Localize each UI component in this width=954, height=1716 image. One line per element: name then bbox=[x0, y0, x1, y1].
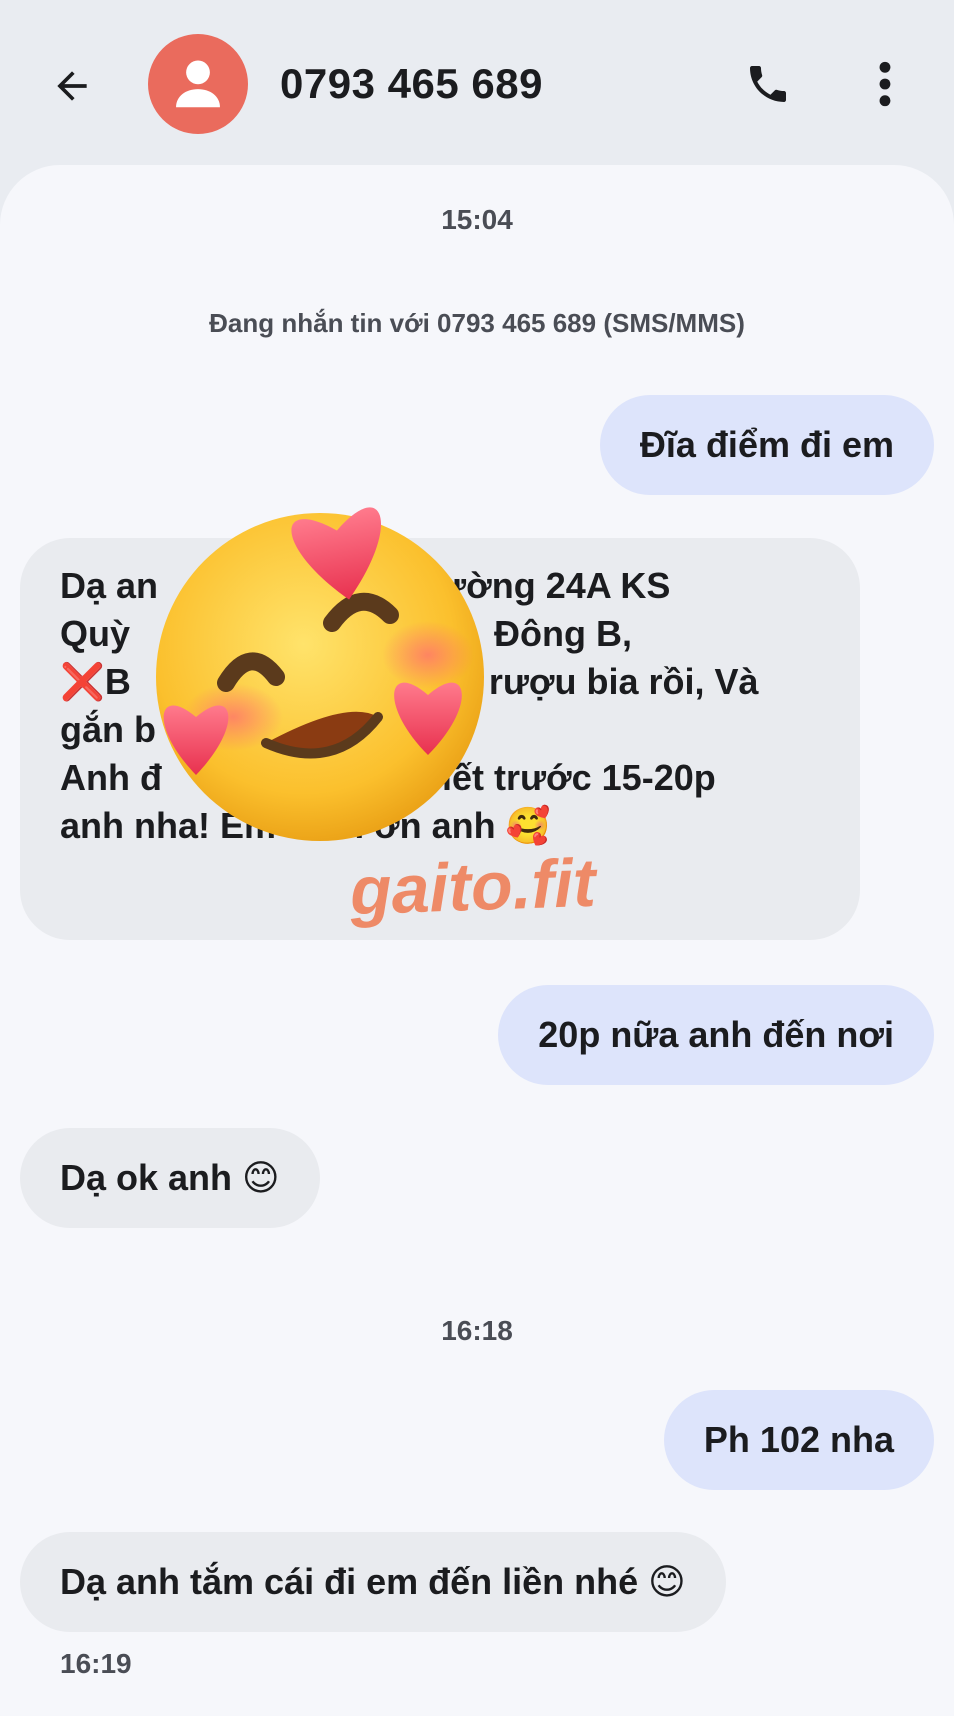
outgoing-message[interactable]: Ph 102 nha bbox=[663, 1390, 934, 1490]
incoming-message[interactable]: Dạ ok anh 😊 bbox=[20, 1128, 320, 1228]
message-timestamp: 16:19 bbox=[60, 1648, 132, 1679]
message-text: Dạ anh tắm cái đi em đến liền nhé 😊 bbox=[60, 1561, 686, 1602]
outgoing-message[interactable]: 20p nữa anh đến nơi bbox=[498, 985, 934, 1085]
conversation-info: Đang nhắn tin với 0793 465 689 (SMS/MMS) bbox=[209, 308, 745, 338]
message-text: Ph 102 nha bbox=[703, 1419, 894, 1460]
incoming-message[interactable]: Dạ anh tắm cái đi em đến liền nhé 😊 bbox=[20, 1532, 726, 1632]
back-button[interactable] bbox=[44, 58, 100, 114]
contact-name[interactable]: 0793 465 689 bbox=[280, 58, 543, 110]
avatar[interactable] bbox=[148, 34, 248, 134]
smiling-face-with-hearts-icon bbox=[156, 507, 484, 841]
message-text: Dạ ok anh 😊 bbox=[60, 1157, 280, 1198]
timestamp: 15:04 bbox=[441, 204, 513, 235]
arrow-left-icon bbox=[57, 71, 87, 101]
watermark: gaito.fit bbox=[348, 844, 597, 930]
person-icon bbox=[176, 60, 220, 108]
message-text: 20p nữa anh đến nơi bbox=[538, 1014, 894, 1055]
message-text: Đĩa điểm đi em bbox=[639, 424, 894, 465]
outgoing-message[interactable]: Đĩa điểm đi em bbox=[599, 395, 934, 495]
app-bar: 0793 465 689 bbox=[0, 0, 954, 165]
phone-icon bbox=[750, 66, 786, 102]
timestamp: 16:18 bbox=[441, 1315, 513, 1346]
more-vert-icon bbox=[879, 61, 891, 107]
more-options-button[interactable] bbox=[860, 54, 910, 114]
call-button[interactable] bbox=[738, 54, 798, 114]
